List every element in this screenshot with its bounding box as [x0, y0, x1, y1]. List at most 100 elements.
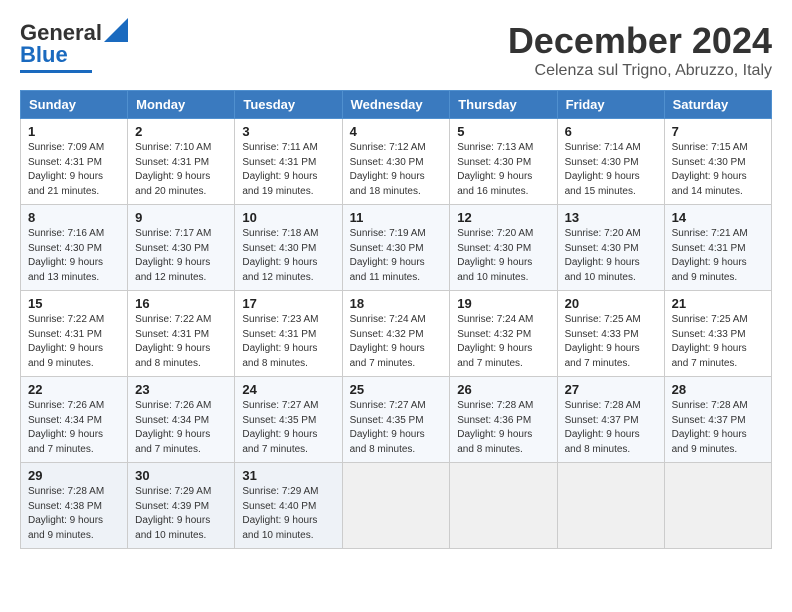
day-info: Sunrise: 7:24 AMSunset: 4:32 PMDaylight:…	[457, 314, 533, 369]
calendar-header-sunday: Sunday	[21, 91, 128, 119]
calendar-day-cell: 19 Sunrise: 7:24 AMSunset: 4:32 PMDaylig…	[450, 291, 557, 377]
calendar-day-cell: 4 Sunrise: 7:12 AMSunset: 4:30 PMDayligh…	[342, 119, 450, 205]
day-number: 9	[135, 210, 227, 225]
calendar-day-cell	[342, 463, 450, 549]
day-number: 6	[565, 124, 657, 139]
day-info: Sunrise: 7:28 AMSunset: 4:37 PMDaylight:…	[565, 400, 641, 455]
calendar-week-row: 1 Sunrise: 7:09 AMSunset: 4:31 PMDayligh…	[21, 119, 772, 205]
day-info: Sunrise: 7:18 AMSunset: 4:30 PMDaylight:…	[242, 228, 318, 283]
day-number: 15	[28, 296, 120, 311]
logo-triangle-icon	[104, 18, 128, 42]
calendar-day-cell: 26 Sunrise: 7:28 AMSunset: 4:36 PMDaylig…	[450, 377, 557, 463]
calendar-week-row: 22 Sunrise: 7:26 AMSunset: 4:34 PMDaylig…	[21, 377, 772, 463]
day-number: 29	[28, 468, 120, 483]
calendar-day-cell: 17 Sunrise: 7:23 AMSunset: 4:31 PMDaylig…	[235, 291, 342, 377]
calendar-day-cell: 10 Sunrise: 7:18 AMSunset: 4:30 PMDaylig…	[235, 205, 342, 291]
calendar-week-row: 8 Sunrise: 7:16 AMSunset: 4:30 PMDayligh…	[21, 205, 772, 291]
day-number: 21	[672, 296, 764, 311]
calendar-day-cell: 7 Sunrise: 7:15 AMSunset: 4:30 PMDayligh…	[664, 119, 771, 205]
day-number: 3	[242, 124, 334, 139]
day-number: 14	[672, 210, 764, 225]
calendar-day-cell	[450, 463, 557, 549]
calendar-day-cell: 1 Sunrise: 7:09 AMSunset: 4:31 PMDayligh…	[21, 119, 128, 205]
day-number: 27	[565, 382, 657, 397]
calendar-day-cell: 3 Sunrise: 7:11 AMSunset: 4:31 PMDayligh…	[235, 119, 342, 205]
day-info: Sunrise: 7:24 AMSunset: 4:32 PMDaylight:…	[350, 314, 426, 369]
day-number: 16	[135, 296, 227, 311]
calendar-day-cell: 11 Sunrise: 7:19 AMSunset: 4:30 PMDaylig…	[342, 205, 450, 291]
calendar-day-cell: 29 Sunrise: 7:28 AMSunset: 4:38 PMDaylig…	[21, 463, 128, 549]
day-number: 22	[28, 382, 120, 397]
calendar-day-cell: 9 Sunrise: 7:17 AMSunset: 4:30 PMDayligh…	[128, 205, 235, 291]
calendar-header-monday: Monday	[128, 91, 235, 119]
calendar-day-cell	[664, 463, 771, 549]
calendar-day-cell: 22 Sunrise: 7:26 AMSunset: 4:34 PMDaylig…	[21, 377, 128, 463]
day-info: Sunrise: 7:27 AMSunset: 4:35 PMDaylight:…	[242, 400, 318, 455]
calendar-day-cell: 23 Sunrise: 7:26 AMSunset: 4:34 PMDaylig…	[128, 377, 235, 463]
day-info: Sunrise: 7:09 AMSunset: 4:31 PMDaylight:…	[28, 142, 104, 197]
day-number: 8	[28, 210, 120, 225]
day-info: Sunrise: 7:28 AMSunset: 4:36 PMDaylight:…	[457, 400, 533, 455]
day-info: Sunrise: 7:25 AMSunset: 4:33 PMDaylight:…	[565, 314, 641, 369]
calendar: SundayMondayTuesdayWednesdayThursdayFrid…	[20, 90, 772, 549]
day-number: 28	[672, 382, 764, 397]
day-info: Sunrise: 7:17 AMSunset: 4:30 PMDaylight:…	[135, 228, 211, 283]
calendar-header-friday: Friday	[557, 91, 664, 119]
calendar-day-cell: 14 Sunrise: 7:21 AMSunset: 4:31 PMDaylig…	[664, 205, 771, 291]
day-info: Sunrise: 7:28 AMSunset: 4:37 PMDaylight:…	[672, 400, 748, 455]
day-info: Sunrise: 7:29 AMSunset: 4:39 PMDaylight:…	[135, 486, 211, 541]
calendar-day-cell: 25 Sunrise: 7:27 AMSunset: 4:35 PMDaylig…	[342, 377, 450, 463]
calendar-day-cell: 5 Sunrise: 7:13 AMSunset: 4:30 PMDayligh…	[450, 119, 557, 205]
day-info: Sunrise: 7:25 AMSunset: 4:33 PMDaylight:…	[672, 314, 748, 369]
day-number: 31	[242, 468, 334, 483]
day-number: 17	[242, 296, 334, 311]
day-number: 23	[135, 382, 227, 397]
calendar-day-cell: 28 Sunrise: 7:28 AMSunset: 4:37 PMDaylig…	[664, 377, 771, 463]
calendar-day-cell	[557, 463, 664, 549]
day-info: Sunrise: 7:27 AMSunset: 4:35 PMDaylight:…	[350, 400, 426, 455]
day-number: 13	[565, 210, 657, 225]
day-number: 10	[242, 210, 334, 225]
day-number: 26	[457, 382, 549, 397]
day-info: Sunrise: 7:12 AMSunset: 4:30 PMDaylight:…	[350, 142, 426, 197]
title-area: December 2024 Celenza sul Trigno, Abruzz…	[508, 20, 772, 80]
calendar-header-saturday: Saturday	[664, 91, 771, 119]
calendar-day-cell: 8 Sunrise: 7:16 AMSunset: 4:30 PMDayligh…	[21, 205, 128, 291]
day-info: Sunrise: 7:14 AMSunset: 4:30 PMDaylight:…	[565, 142, 641, 197]
calendar-day-cell: 20 Sunrise: 7:25 AMSunset: 4:33 PMDaylig…	[557, 291, 664, 377]
day-number: 7	[672, 124, 764, 139]
logo-underline	[20, 70, 92, 73]
calendar-header-wednesday: Wednesday	[342, 91, 450, 119]
day-info: Sunrise: 7:22 AMSunset: 4:31 PMDaylight:…	[135, 314, 211, 369]
day-info: Sunrise: 7:10 AMSunset: 4:31 PMDaylight:…	[135, 142, 211, 197]
calendar-week-row: 29 Sunrise: 7:28 AMSunset: 4:38 PMDaylig…	[21, 463, 772, 549]
calendar-header-tuesday: Tuesday	[235, 91, 342, 119]
calendar-week-row: 15 Sunrise: 7:22 AMSunset: 4:31 PMDaylig…	[21, 291, 772, 377]
logo-blue: Blue	[20, 42, 68, 68]
day-number: 1	[28, 124, 120, 139]
calendar-header-thursday: Thursday	[450, 91, 557, 119]
calendar-day-cell: 2 Sunrise: 7:10 AMSunset: 4:31 PMDayligh…	[128, 119, 235, 205]
day-info: Sunrise: 7:23 AMSunset: 4:31 PMDaylight:…	[242, 314, 318, 369]
day-number: 11	[350, 210, 443, 225]
calendar-day-cell: 21 Sunrise: 7:25 AMSunset: 4:33 PMDaylig…	[664, 291, 771, 377]
day-info: Sunrise: 7:15 AMSunset: 4:30 PMDaylight:…	[672, 142, 748, 197]
month-title: December 2024	[508, 20, 772, 62]
day-info: Sunrise: 7:21 AMSunset: 4:31 PMDaylight:…	[672, 228, 748, 283]
calendar-day-cell: 24 Sunrise: 7:27 AMSunset: 4:35 PMDaylig…	[235, 377, 342, 463]
day-info: Sunrise: 7:20 AMSunset: 4:30 PMDaylight:…	[565, 228, 641, 283]
day-number: 30	[135, 468, 227, 483]
day-info: Sunrise: 7:13 AMSunset: 4:30 PMDaylight:…	[457, 142, 533, 197]
day-info: Sunrise: 7:16 AMSunset: 4:30 PMDaylight:…	[28, 228, 104, 283]
day-info: Sunrise: 7:28 AMSunset: 4:38 PMDaylight:…	[28, 486, 104, 541]
location-title: Celenza sul Trigno, Abruzzo, Italy	[508, 62, 772, 80]
day-number: 2	[135, 124, 227, 139]
day-number: 12	[457, 210, 549, 225]
day-number: 19	[457, 296, 549, 311]
day-info: Sunrise: 7:22 AMSunset: 4:31 PMDaylight:…	[28, 314, 104, 369]
calendar-day-cell: 27 Sunrise: 7:28 AMSunset: 4:37 PMDaylig…	[557, 377, 664, 463]
calendar-day-cell: 15 Sunrise: 7:22 AMSunset: 4:31 PMDaylig…	[21, 291, 128, 377]
calendar-day-cell: 16 Sunrise: 7:22 AMSunset: 4:31 PMDaylig…	[128, 291, 235, 377]
logo: General Blue	[20, 20, 128, 73]
day-number: 4	[350, 124, 443, 139]
